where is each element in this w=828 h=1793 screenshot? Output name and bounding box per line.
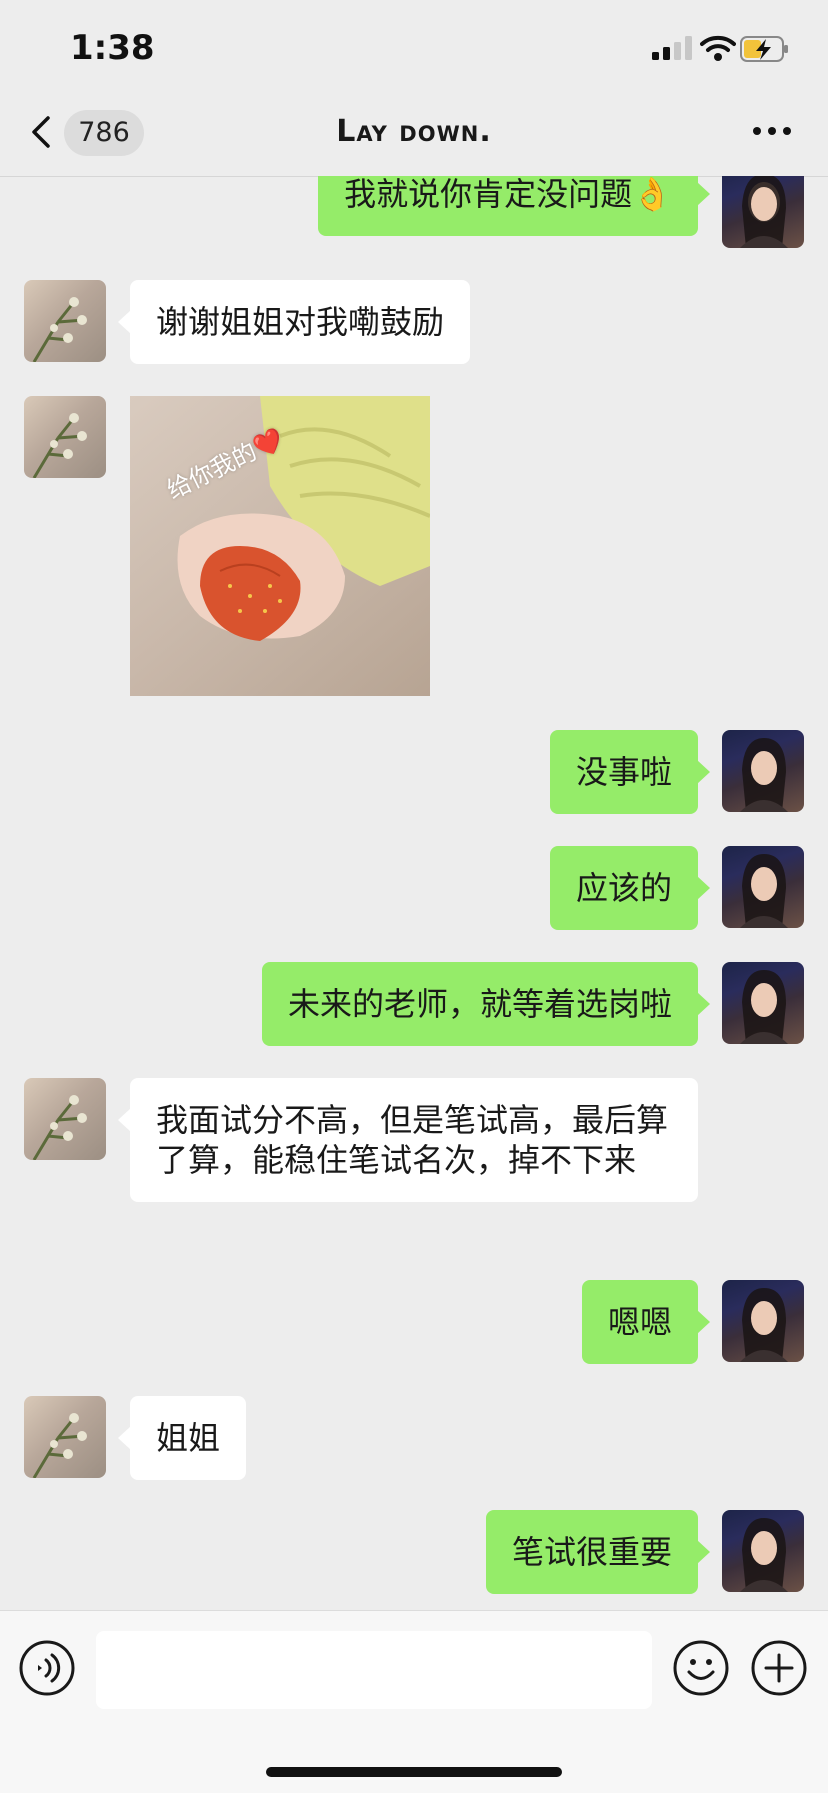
home-indicator [266,1767,562,1777]
plant-avatar-icon [32,297,87,362]
message-text: 没事啦 [575,753,672,791]
plant-avatar-icon [32,413,87,478]
avatar-portrait-icon [740,970,788,1044]
message-text: 我就说你肯定没问题👌 [344,176,672,213]
chat-title: Lay down. [336,114,492,149]
contact-avatar[interactable] [24,1078,106,1160]
battery-charging-icon [740,36,788,62]
emoji-icon[interactable] [672,1639,730,1697]
my-avatar[interactable] [722,962,804,1044]
message-bubble-received[interactable]: 谢谢姐姐对我嘞鼓励 [117,280,471,364]
my-avatar[interactable] [722,176,804,248]
message-list[interactable]: 我就说你肯定没问题👌 谢谢姐姐对我嘞鼓励 给你我的❤️ 没事啦 应该的 未来的老… [0,176,828,1610]
message-text: 谢谢姐姐对我嘞鼓励 [156,303,445,341]
contact-avatar[interactable] [24,280,106,362]
avatar-portrait-icon [740,1518,788,1592]
my-avatar[interactable] [722,1510,804,1592]
image-message[interactable]: 给你我的❤️ [130,396,430,696]
chat-header: 786 Lay down. [0,100,828,177]
avatar-portrait-icon [740,854,788,928]
clock: 1:38 [70,28,155,68]
contact-avatar[interactable] [24,1396,106,1478]
wifi-icon [700,35,736,61]
avatar-portrait-icon [740,738,788,812]
message-text: 嗯嗯 [607,1303,672,1341]
message-input[interactable] [96,1631,652,1709]
my-avatar[interactable] [722,730,804,812]
add-icon[interactable] [750,1639,808,1697]
message-text: 未来的老师，就等着选岗啦 [287,985,672,1023]
input-bar [0,1610,828,1793]
contact-avatar[interactable] [24,396,106,478]
voice-input-icon[interactable] [18,1639,76,1697]
message-text: 我面试分不高，但是笔试高，最后算了算，能稳住笔试名次，掉不下来 [156,1101,669,1179]
message-bubble-sent[interactable]: 没事啦 [549,730,711,814]
my-avatar[interactable] [722,1280,804,1362]
message-bubble-sent[interactable]: 未来的老师，就等着选岗啦 [261,962,711,1046]
my-avatar[interactable] [722,846,804,928]
cellular-signal-icon [652,36,692,60]
plant-avatar-icon [32,1095,87,1160]
message-bubble-sent[interactable]: 笔试很重要 [485,1510,711,1594]
message-bubble-sent[interactable]: 应该的 [549,846,711,930]
avatar-portrait-icon [740,1288,788,1362]
more-options-icon[interactable] [752,124,792,138]
message-bubble-sent[interactable]: 嗯嗯 [581,1280,711,1364]
message-bubble-sent[interactable]: 我就说你肯定没问题👌 [318,176,710,236]
message-text: 笔试很重要 [511,1533,672,1571]
message-text: 应该的 [575,869,672,907]
status-bar: 1:38 [0,0,828,100]
message-bubble-received[interactable]: 我面试分不高，但是笔试高，最后算了算，能稳住笔试名次，掉不下来 [118,1078,698,1202]
message-text: 姐姐 [156,1419,221,1457]
avatar-portrait-icon [740,176,788,248]
message-bubble-received[interactable]: 姐姐 [117,1396,247,1480]
plant-avatar-icon [32,1413,87,1478]
